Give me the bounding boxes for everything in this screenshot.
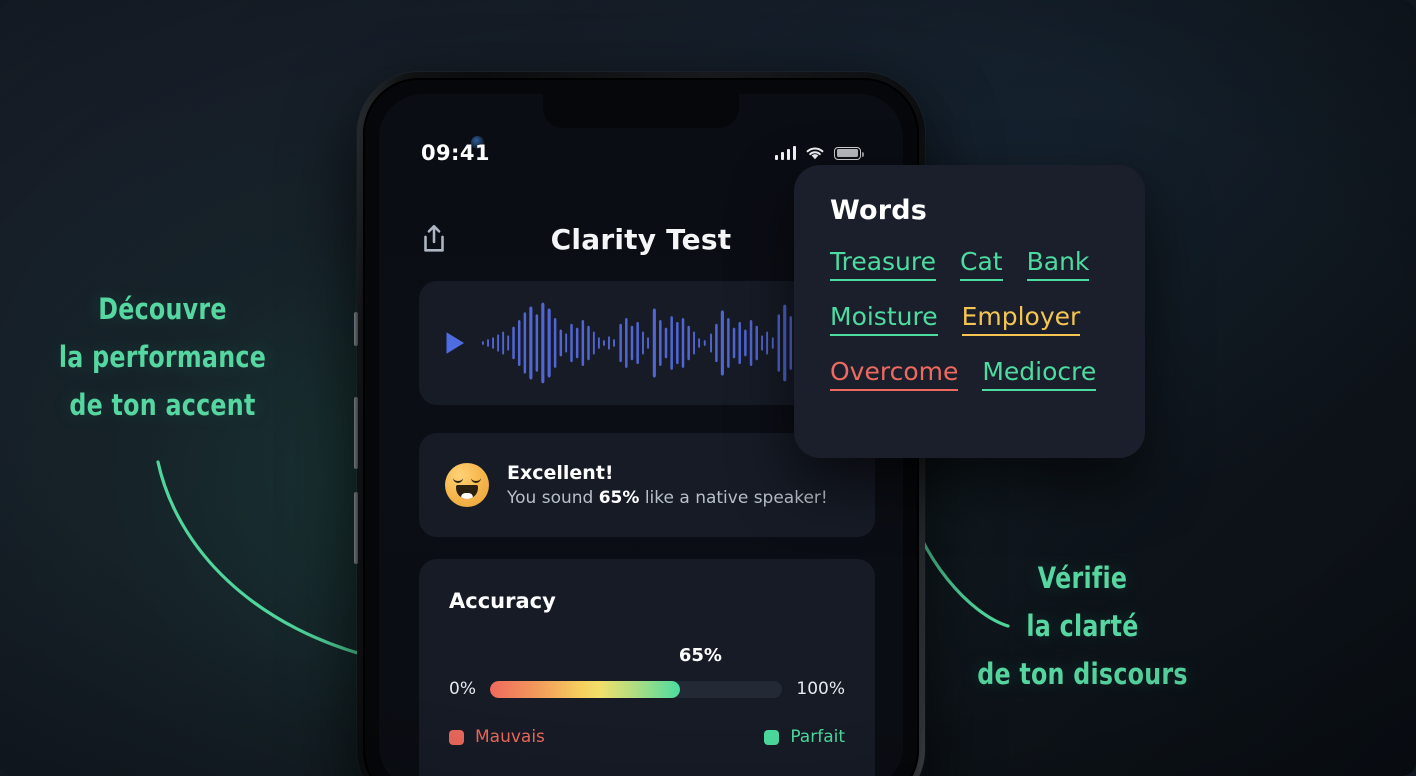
word-chip[interactable]: Treasure [830,248,937,281]
word-chip[interactable]: Cat [960,248,1003,281]
accuracy-min-label: 0% [449,679,476,699]
accuracy-legend: Mauvais Parfait [449,727,845,747]
share-icon[interactable] [417,222,451,256]
phone-volume-down-button[interactable] [354,492,358,564]
grinning-face-emoji [445,463,489,507]
annotation-left: Découvre la performance de ton accent [46,285,280,429]
legend-swatch-good [764,729,780,745]
accuracy-meter-row: 0% 100% [449,679,845,699]
emoji-eye-right [471,477,481,483]
words-row: Moisture Employer [830,303,1109,336]
status-bar: 09:41 [379,138,903,168]
promo-composition: Découvre la performance de ton accent Vé… [0,0,1416,776]
accuracy-max-label: 100% [796,679,845,699]
legend-label-bad: Mauvais [475,727,545,747]
annotation-right-line-3: de ton discours [977,657,1188,691]
word-chip[interactable]: Bank [1026,248,1090,281]
feedback-subtitle: You sound 65% like a native speaker! [507,488,828,508]
legend-item-bad: Mauvais [449,727,545,747]
accuracy-title: Accuracy [449,589,556,613]
status-bar-icons [774,146,864,161]
feedback-text-before: You sound [507,488,599,508]
annotation-right: Vérifie la clarté de ton discours [966,554,1200,698]
accuracy-meter-fill [489,680,681,698]
annotation-left-line-3: de ton accent [69,388,256,422]
legend-label-good: Parfait [790,727,845,747]
cellular-bars-icon [774,146,796,160]
annotation-left-line-1: Découvre [98,292,227,326]
emoji-mouth [456,485,478,499]
words-row: Treasure Cat Bank [830,248,1109,281]
feedback-text: Excellent! You sound 65% like a native s… [507,462,828,508]
battery-icon [834,146,864,160]
annotation-right-line-1: Vérifie [1037,561,1128,595]
phone-silent-switch[interactable] [354,312,358,346]
words-row: Overcome Mediocre [830,358,1109,391]
play-icon[interactable] [439,328,469,358]
words-card-title: Words [830,195,928,226]
wifi-icon [806,146,824,159]
annotation-left-line-2: la performance [58,340,267,374]
phone-volume-up-button[interactable] [354,397,358,469]
annotation-right-line-2: la clarté [1026,609,1139,643]
emoji-eye-left [453,477,463,483]
accuracy-meter-track[interactable] [489,680,783,698]
feedback-highlight: 65% [598,488,640,508]
feedback-text-after: like a native speaker! [639,488,828,508]
accuracy-value: 65% [678,645,722,666]
word-chip[interactable]: Moisture [830,303,938,336]
feedback-title: Excellent! [507,462,614,484]
word-chip[interactable]: Mediocre [982,358,1097,391]
phone-notch [543,94,739,128]
legend-swatch-bad [449,729,464,745]
legend-item-good: Parfait [764,727,845,747]
status-bar-clock: 09:41 [421,141,490,165]
word-chip[interactable]: Overcome [830,358,959,391]
accuracy-card: Accuracy 65% 0% 100% Mauvais Parfait [419,559,875,776]
accuracy-value-row: 65% [449,645,845,673]
word-chip[interactable]: Employer [961,303,1081,336]
words-card: Words Treasure Cat Bank Moisture Employe… [794,165,1145,458]
